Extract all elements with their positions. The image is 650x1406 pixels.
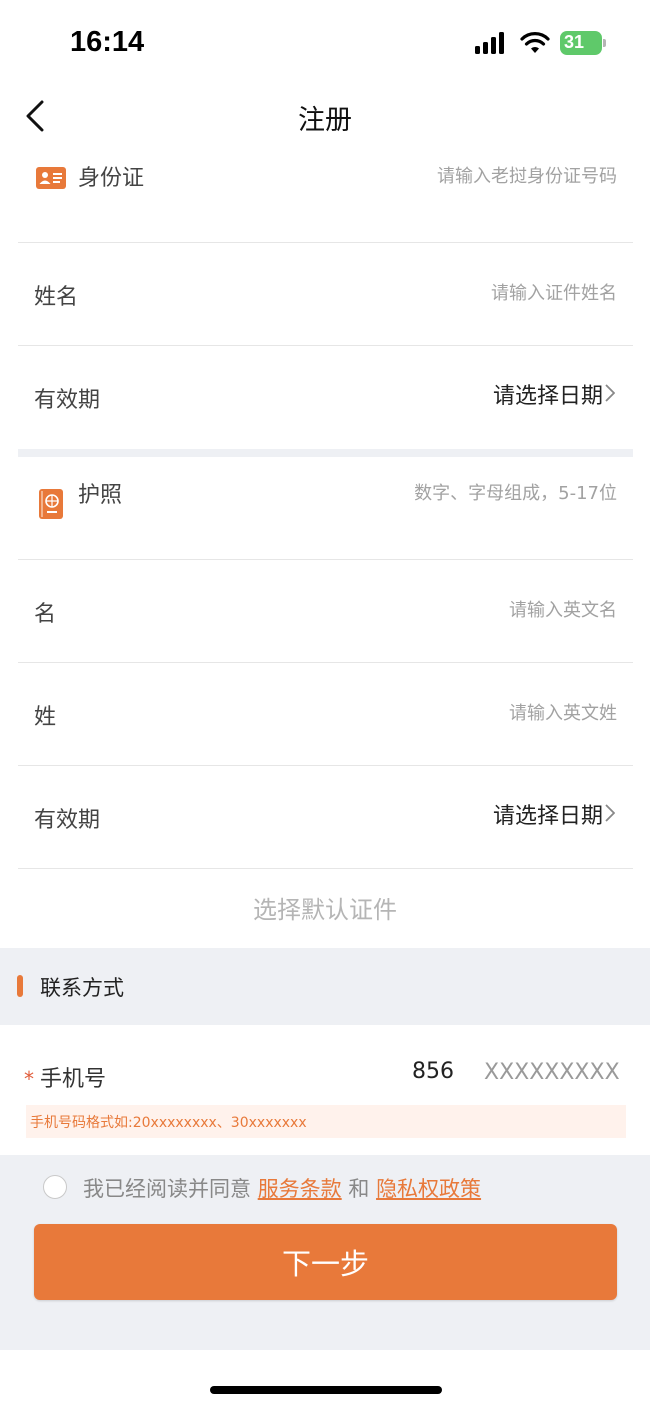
id-card-number-input[interactable]: 请输入老挝身份证号码 [437,162,617,188]
phone-row: * 手机号 856 手机号码格式如:20xxxxxxxx、30xxxxxxx [0,1025,650,1155]
section-accent-bar [17,975,23,997]
surname-input[interactable]: 请输入英文姓 [509,699,617,725]
id-name-input[interactable]: 请输入证件姓名 [491,279,617,305]
id-card-expiry-row[interactable]: 有效期 请选择日期 [18,346,633,449]
id-card-number-row[interactable]: 身份证 请输入老挝身份证号码 [18,140,633,243]
phone-label: 手机号 [40,1067,107,1092]
status-bar: 16:14 31 [0,0,650,80]
passport-expiry-date-picker[interactable]: 请选择日期 [493,798,603,830]
passport-surname-row[interactable]: 姓 请输入英文姓 [18,663,633,766]
id-card-name-row[interactable]: 姓名 请输入证件姓名 [18,243,633,346]
contact-title: 联系方式 [40,976,124,1000]
surname-label: 姓 [34,705,57,730]
id-card-label: 身份证 [78,166,145,191]
agreement-radio[interactable] [43,1175,67,1199]
agreement-prefix: 我已经阅读并同意 [83,1177,251,1201]
contact-section-header: 联系方式 [0,948,650,1025]
section-divider [18,449,633,457]
agreement-text: 我已经阅读并同意 服务条款 和 隐私权政策 [83,1173,481,1203]
status-time: 16:14 [70,26,145,58]
country-code-selector[interactable]: 856 [412,1059,454,1084]
passport-expiry-row[interactable]: 有效期 请选择日期 [18,766,633,869]
passport-label: 护照 [78,483,123,508]
chevron-right-icon [605,384,615,402]
passport-number-row[interactable]: 护照 数字、字母组成，5-17位 [18,457,633,560]
phone-format-tip: 手机号码格式如:20xxxxxxxx、30xxxxxxx [26,1105,626,1138]
battery-level: 31 [564,32,585,52]
phone-input[interactable] [484,1055,634,1089]
battery-icon: 31 [560,31,606,55]
home-indicator [210,1386,442,1394]
chevron-right-icon [605,804,615,822]
terms-link[interactable]: 服务条款 [258,1177,342,1201]
next-button[interactable]: 下一步 [34,1224,617,1300]
id-name-label: 姓名 [34,285,79,310]
passport-icon [39,489,63,519]
id-expiry-date-picker[interactable]: 请选择日期 [493,378,603,410]
passport-expiry-label: 有效期 [34,808,101,833]
id-card-icon [36,167,66,189]
given-name-label: 名 [34,602,57,627]
required-mark: * [24,1067,34,1091]
passport-number-input[interactable]: 数字、字母组成，5-17位 [414,479,617,505]
given-name-input[interactable]: 请输入英文名 [509,596,617,622]
wifi-icon [520,32,550,53]
agreement-and: 和 [348,1177,370,1201]
footer: 我已经阅读并同意 服务条款 和 隐私权政策 下一步 [0,1155,650,1350]
id-expiry-label: 有效期 [34,388,101,413]
privacy-link[interactable]: 隐私权政策 [376,1177,481,1201]
page-title: 注册 [298,105,352,136]
signal-icon [475,32,504,54]
passport-given-name-row[interactable]: 名 请输入英文名 [18,560,633,663]
select-default-document-button[interactable]: 选择默认证件 [0,890,650,925]
